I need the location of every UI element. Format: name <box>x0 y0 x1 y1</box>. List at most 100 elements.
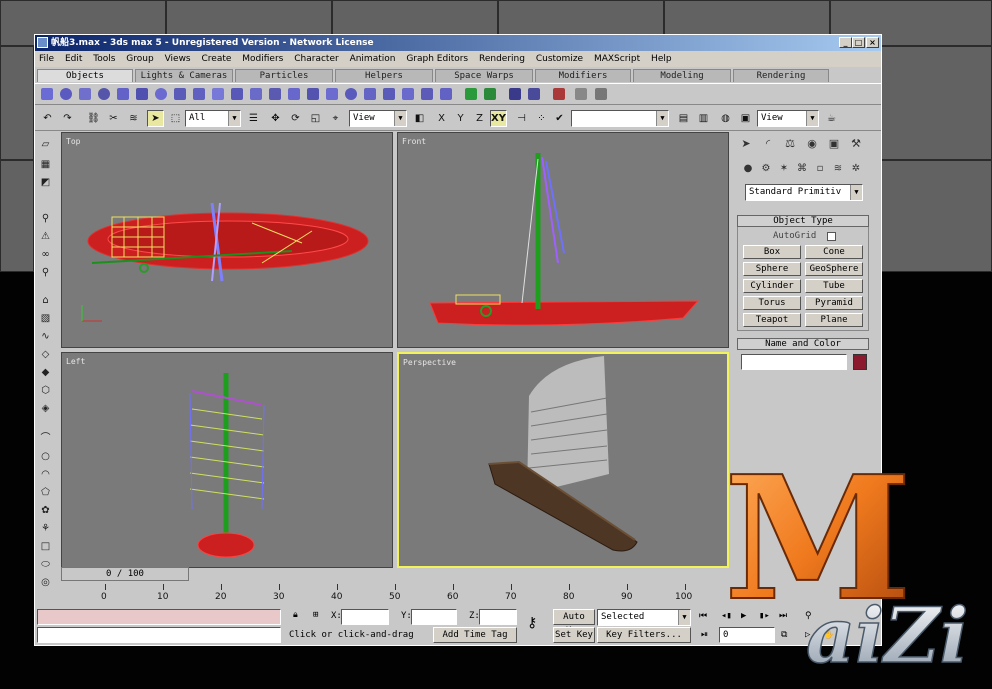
shapes-icon[interactable]: ⚙ <box>757 160 775 178</box>
patch-icon[interactable]: ◇ <box>38 348 53 362</box>
axis-z-button[interactable]: Z <box>471 110 488 127</box>
category-dropdown[interactable]: Standard Primitiv ▼ <box>745 184 863 201</box>
render-scene-icon[interactable]: ▣ <box>737 110 754 127</box>
ik-icon[interactable]: ⚠ <box>38 230 53 244</box>
bone-icon[interactable]: ⚲ <box>38 212 53 226</box>
rectangle-icon[interactable]: □ <box>38 540 53 554</box>
squash-icon[interactable]: ⌖ <box>327 110 344 127</box>
skin-icon[interactable]: ⚲ <box>38 266 53 280</box>
minimize-button[interactable]: _ <box>839 37 852 48</box>
menu-tools[interactable]: Tools <box>89 51 119 67</box>
lextrusion-icon[interactable] <box>421 88 433 100</box>
scale-icon[interactable]: ◱ <box>307 110 324 127</box>
curve-editor-icon[interactable]: ▥ <box>695 110 712 127</box>
create-tab-icon[interactable]: ➤ <box>737 135 755 153</box>
geometry-icon[interactable]: ● <box>739 160 757 178</box>
axis-xy-button[interactable]: XY <box>490 110 507 127</box>
cylinder-button[interactable]: Cylinder <box>743 279 801 293</box>
arc-icon[interactable]: ◠ <box>38 468 53 482</box>
menu-customize[interactable]: Customize <box>532 51 587 67</box>
tab-particles[interactable]: Particles <box>235 69 333 82</box>
connect-icon[interactable] <box>553 88 565 100</box>
unlink-icon[interactable]: ✂ <box>105 110 122 127</box>
render-view-dropdown[interactable]: View ▼ <box>757 110 819 127</box>
pivot-icon[interactable]: ◧ <box>411 110 428 127</box>
select-by-name-icon[interactable]: ☰ <box>245 110 262 127</box>
key-icon[interactable]: ⚷ <box>527 615 537 631</box>
absolute-mode-icon[interactable]: ⊞ <box>313 607 318 623</box>
cone-icon[interactable] <box>136 88 148 100</box>
select-link-icon[interactable]: ⛓ <box>85 110 102 127</box>
menu-rendering[interactable]: Rendering <box>475 51 529 67</box>
hose-icon[interactable] <box>402 88 414 100</box>
oiltank-icon[interactable] <box>269 88 281 100</box>
boolean-icon[interactable] <box>509 88 521 100</box>
menu-character[interactable]: Character <box>290 51 342 67</box>
torus-icon[interactable] <box>98 88 110 100</box>
auto-key-button[interactable]: Auto Key <box>553 609 595 636</box>
plane-button[interactable]: Plane <box>805 313 863 327</box>
compound-icon[interactable] <box>465 88 477 100</box>
ellipse-icon[interactable]: ⬭ <box>38 558 53 572</box>
menu-group[interactable]: Group <box>122 51 157 67</box>
spline-icon[interactable]: ∿ <box>38 330 53 344</box>
key-mode-dropdown[interactable]: Selected ▼ <box>597 609 691 626</box>
link-chain-icon[interactable]: ∞ <box>38 248 53 262</box>
x-coord-field[interactable] <box>341 609 389 625</box>
axis-y-button[interactable]: Y <box>452 110 469 127</box>
circle-icon[interactable]: ○ <box>38 450 53 464</box>
systems-icon[interactable]: ✲ <box>847 160 865 178</box>
box-icon[interactable] <box>41 88 53 100</box>
tab-objects[interactable]: Objects <box>37 69 133 82</box>
array-icon[interactable] <box>595 88 607 100</box>
object-name-field[interactable] <box>741 354 847 370</box>
axis-x-button[interactable]: X <box>433 110 450 127</box>
menu-edit[interactable]: Edit <box>61 51 86 67</box>
quick-render-icon[interactable]: ☕ <box>823 110 840 127</box>
material-editor-icon[interactable]: ◍ <box>717 110 734 127</box>
object-type-header[interactable]: Object Type <box>737 215 869 227</box>
section-icon[interactable]: ⚘ <box>38 522 53 536</box>
object-color-swatch[interactable] <box>853 354 867 370</box>
pyramid-icon[interactable] <box>193 88 205 100</box>
hierarchy-tab-icon[interactable]: ⚖ <box>781 135 799 153</box>
mesh-icon[interactable]: ▧ <box>38 312 53 326</box>
geosphere-icon[interactable] <box>155 88 167 100</box>
bind-spacewarp-icon[interactable]: ≋ <box>125 110 142 127</box>
menu-animation[interactable]: Animation <box>346 51 400 67</box>
close-button[interactable]: × <box>866 37 879 48</box>
tab-rendering[interactable]: Rendering <box>733 69 829 82</box>
mirror-icon[interactable]: ⊣ <box>513 110 530 127</box>
tube-icon[interactable] <box>174 88 186 100</box>
track-bar[interactable]: 0 10 20 30 40 50 60 70 80 90 100 <box>57 582 733 606</box>
nurbs-icon[interactable]: ◆ <box>38 366 53 380</box>
z-coord-field[interactable] <box>479 609 517 625</box>
tab-space-warps[interactable]: Space Warps <box>435 69 533 82</box>
teapot-icon[interactable] <box>117 88 129 100</box>
plane-icon[interactable] <box>212 88 224 100</box>
key-mode-icon[interactable]: ⏯ <box>701 627 708 643</box>
align-icon[interactable]: ✔ <box>551 110 568 127</box>
lock-icon[interactable]: 🔒︎ <box>293 607 298 623</box>
menu-file[interactable]: File <box>35 51 58 67</box>
prism-icon[interactable] <box>326 88 338 100</box>
maximize-button[interactable]: □ <box>852 37 865 48</box>
rotate-icon[interactable]: ⟳ <box>287 110 304 127</box>
time-slider[interactable]: 0 / 100 <box>61 567 189 581</box>
tube-button[interactable]: Tube <box>805 279 863 293</box>
geosphere-button[interactable]: GeoSphere <box>805 262 863 276</box>
pyramid-button[interactable]: Pyramid <box>805 296 863 310</box>
tab-lights-cameras[interactable]: Lights & Cameras <box>135 69 233 82</box>
hedra-icon[interactable] <box>231 88 243 100</box>
autogrid-checkbox[interactable] <box>827 232 836 241</box>
ngon-icon[interactable]: ⬠ <box>38 486 53 500</box>
y-coord-field[interactable] <box>411 609 457 625</box>
morph-tool-icon[interactable]: ◈ <box>38 402 53 416</box>
move-icon[interactable]: ✥ <box>267 110 284 127</box>
viewport-perspective[interactable]: Perspective <box>397 352 729 568</box>
reference-coord-dropdown[interactable]: View ▼ <box>349 110 407 127</box>
goto-start-icon[interactable]: ⏮ <box>699 608 707 624</box>
selection-filter-dropdown[interactable]: All ▼ <box>185 110 241 127</box>
viewport-top[interactable]: Top <box>61 132 393 348</box>
redo-icon[interactable]: ↷ <box>59 110 76 127</box>
